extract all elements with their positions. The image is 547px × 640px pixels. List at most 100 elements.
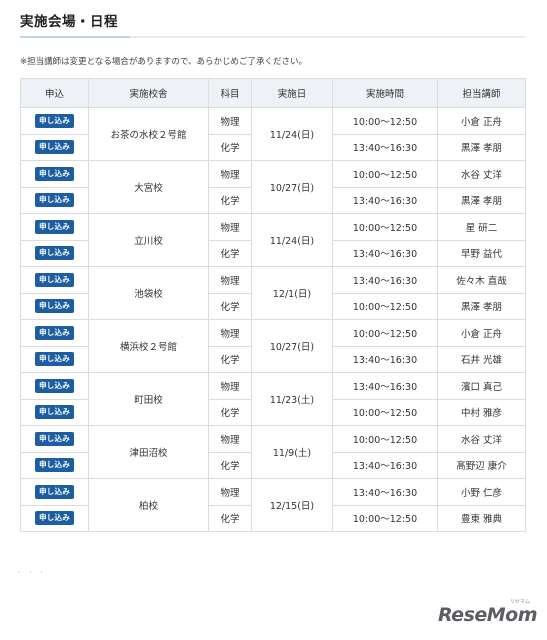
header-date: 実施日 [251,78,333,108]
venue-name: 池袋校 [88,266,209,320]
table-row: 申し込み 大宮校 物理 10/27(日) 10:00〜12:50 水谷 丈洋 [20,160,526,214]
apply-button[interactable]: 申し込み [35,113,74,128]
subject-cell: 化学 [208,186,252,214]
apply-cell: 申し込み [20,372,89,400]
date-cell: 11/24(日) [251,107,333,161]
apply-button[interactable]: 申し込み [35,431,74,446]
teacher-cell: 豊東 雅典 [437,504,526,532]
venue-name: 横浜校２号館 [88,319,209,373]
subject-cell: 物理 [208,425,252,453]
header-subject: 科目 [208,78,252,108]
date-cell: 11/23(土) [251,372,333,426]
apply-button[interactable]: 申し込み [35,378,74,393]
apply-button[interactable]: 申し込み [35,405,74,420]
time-cell: 13:40〜16:30 [332,239,438,267]
table-row: 申し込み 横浜校２号館 物理 10/27(日) 10:00〜12:50 小倉 正… [20,319,526,373]
teacher-cell: 小倉 正舟 [437,107,526,135]
apply-cell: 申し込み [20,213,89,241]
apply-cell: 申し込み [20,239,89,267]
date-cell: 10/27(日) [251,319,333,373]
subject-cell: 物理 [208,266,252,294]
apply-cell: 申し込み [20,398,89,426]
date-cell: 12/15(日) [251,478,333,532]
subject-cell: 物理 [208,213,252,241]
time-cell: 13:40〜16:30 [332,478,438,506]
time-cell: 10:00〜12:50 [332,398,438,426]
teacher-cell: 濱口 真己 [437,372,526,400]
time-cell: 13:40〜16:30 [332,451,438,479]
table-row: 申し込み 池袋校 物理 12/1(日) 13:40〜16:30 佐々木 直哉 [20,266,526,320]
teacher-cell: 小倉 正舟 [437,319,526,347]
apply-button[interactable]: 申し込み [35,246,74,261]
apply-button[interactable]: 申し込み [35,299,74,314]
table-row: 申し込み 柏校 物理 12/15(日) 13:40〜16:30 小野 仁彦 [20,478,526,532]
apply-cell: 申し込み [20,504,89,532]
teacher-cell: 中村 雅彦 [437,398,526,426]
time-cell: 10:00〜12:50 [332,213,438,241]
venue-name: 津田沼校 [88,425,209,479]
apply-cell: 申し込み [20,425,89,453]
apply-cell: 申し込み [20,319,89,347]
time-cell: 13:40〜16:30 [332,372,438,400]
date-cell: 10/27(日) [251,160,333,214]
apply-button[interactable]: 申し込み [35,193,74,208]
page-title: 実施会場・日程 [20,14,118,30]
date-cell: 11/9(土) [251,425,333,479]
apply-button[interactable]: 申し込み [35,272,74,287]
teacher-cell: 水谷 丈洋 [437,160,526,188]
apply-cell: 申し込み [20,186,89,214]
table-row: 申し込み 津田沼校 物理 11/9(土) 10:00〜12:50 水谷 丈洋 [20,425,526,479]
apply-cell: 申し込み [20,292,89,320]
apply-button[interactable]: 申し込み [35,352,74,367]
date-cell: 11/24(日) [251,213,333,267]
apply-cell: 申し込み [20,478,89,506]
table-row: 申し込み お茶の水校２号館 物理 11/24(日) 10:00〜12:50 小倉… [20,107,526,161]
teacher-cell: 早野 益代 [437,239,526,267]
subject-cell: 化学 [208,133,252,161]
subject-cell: 物理 [208,372,252,400]
time-cell: 10:00〜12:50 [332,425,438,453]
time-cell: 13:40〜16:30 [332,345,438,373]
venue-name: 町田校 [88,372,209,426]
teacher-cell: 黒澤 孝朋 [437,292,526,320]
apply-cell: 申し込み [20,345,89,373]
apply-button[interactable]: 申し込み [35,140,74,155]
table-header-row: 申込 実施校舎 科目 実施日 実施時間 担当講師 [20,78,526,108]
subject-cell: 物理 [208,107,252,135]
table-row: 申し込み 立川校 物理 11/24(日) 10:00〜12:50 星 研二 [20,213,526,267]
header-venue: 実施校舎 [88,78,209,108]
time-cell: 10:00〜12:50 [332,504,438,532]
time-cell: 13:40〜16:30 [332,133,438,161]
time-cell: 13:40〜16:30 [332,186,438,214]
apply-button[interactable]: 申し込み [35,325,74,340]
time-cell: 10:00〜12:50 [332,160,438,188]
subject-cell: 化学 [208,504,252,532]
instructor-change-note: ※担当講師は変更となる場合がありますので、あらかじめご了承ください。 [20,57,308,67]
time-cell: 10:00〜12:50 [332,107,438,135]
subject-cell: 物理 [208,319,252,347]
teacher-cell: 黒澤 孝朋 [437,133,526,161]
apply-button[interactable]: 申し込み [35,458,74,473]
header-teacher: 担当講師 [437,78,526,108]
apply-button[interactable]: 申し込み [35,511,74,526]
venue-name: 柏校 [88,478,209,532]
teacher-cell: 石井 光雄 [437,345,526,373]
subject-cell: 化学 [208,451,252,479]
header-apply: 申込 [20,78,89,108]
logo-text: ReseMom [438,604,538,626]
subject-cell: 物理 [208,160,252,188]
time-cell: 10:00〜12:50 [332,319,438,347]
title-underline [20,36,525,38]
teacher-cell: 水谷 丈洋 [437,425,526,453]
subject-cell: 化学 [208,239,252,267]
teacher-cell: 佐々木 直哉 [437,266,526,294]
apply-cell: 申し込み [20,451,89,479]
apply-button[interactable]: 申し込み [35,219,74,234]
resemom-logo: ReseMom リセマム [438,599,538,632]
teacher-cell: 小野 仁彦 [437,478,526,506]
apply-button[interactable]: 申し込み [35,166,74,181]
apply-cell: 申し込み [20,133,89,161]
apply-button[interactable]: 申し込み [35,484,74,499]
schedule-table: 申込 実施校舎 科目 実施日 実施時間 担当講師 申し込み お茶の水校２号館 物… [20,78,526,532]
venue-name: 大宮校 [88,160,209,214]
